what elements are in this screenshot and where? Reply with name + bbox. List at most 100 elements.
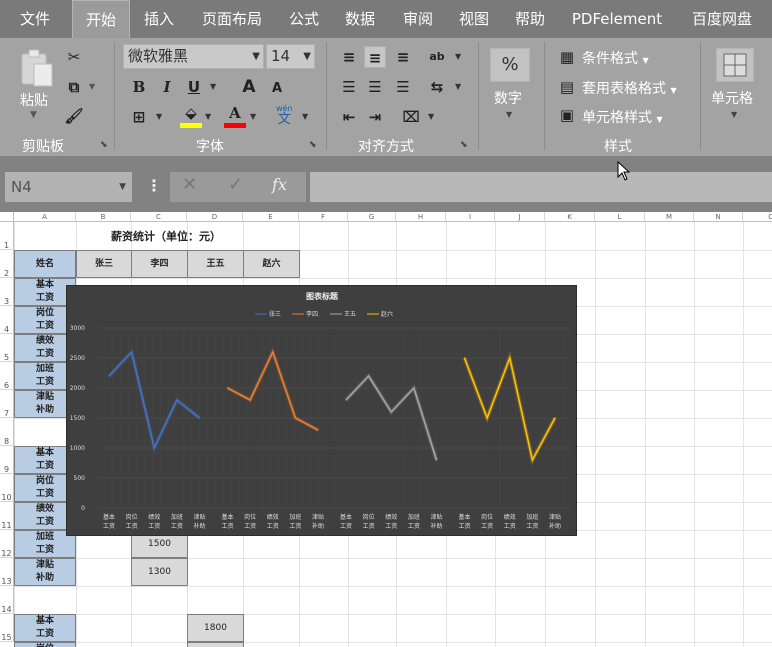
menu-tab[interactable]: 视图 xyxy=(446,0,502,38)
row-header[interactable]: 13 xyxy=(0,558,14,586)
name-box[interactable]: N4 ▼ xyxy=(5,172,132,202)
borders-icon[interactable]: ⊞ xyxy=(128,106,150,128)
line-chart[interactable]: 图表标题 张三 李四 王五 赵六 3000 2500 2000 1500 1000 500 0 基本 工资… xyxy=(66,285,577,536)
column-header[interactable]: N xyxy=(694,212,743,222)
orientation-dropdown-icon[interactable]: ▼ xyxy=(455,52,461,61)
menu-tab[interactable]: 数据 xyxy=(332,0,388,38)
wrap-text-icon[interactable]: ⇆ xyxy=(426,76,448,98)
row-header[interactable]: 5 xyxy=(0,334,14,362)
person-cell[interactable]: 李四 xyxy=(131,250,188,278)
column-header[interactable]: G xyxy=(348,212,396,222)
name-header-cell[interactable]: 姓名 xyxy=(14,250,76,278)
align-bottom-icon[interactable]: ≡ xyxy=(392,46,414,68)
person-cell[interactable]: 赵六 xyxy=(243,250,300,278)
font-name-select[interactable]: 微软雅黑 ▼ xyxy=(123,44,264,69)
cell-style-button[interactable]: 单元格样式 ▼ xyxy=(582,107,663,127)
cells-dropdown-icon[interactable]: ▼ xyxy=(731,110,737,119)
more-icon[interactable]: ⋮ xyxy=(146,176,162,195)
align-middle-icon[interactable]: ≡ xyxy=(364,46,386,68)
menu-tab[interactable]: 公式 xyxy=(276,0,332,38)
cell-style-icon[interactable]: ▣ xyxy=(556,104,578,126)
align-top-icon[interactable]: ≡ xyxy=(338,46,360,68)
person-cell[interactable]: 张三 xyxy=(76,250,132,278)
column-header[interactable]: O xyxy=(743,212,772,222)
conditional-format-button[interactable]: 条件格式 ▼ xyxy=(582,48,649,68)
column-header[interactable]: I xyxy=(446,212,495,222)
cells-label[interactable]: 单元格 xyxy=(711,88,753,108)
column-header[interactable]: D xyxy=(187,212,243,222)
paste-icon[interactable] xyxy=(18,48,54,88)
item-label-cell[interactable]: 岗位 工资 xyxy=(14,642,76,647)
menu-tab[interactable]: 帮助 xyxy=(502,0,558,38)
conditional-format-icon[interactable]: ▦ xyxy=(556,46,578,68)
column-header[interactable]: C xyxy=(131,212,187,222)
row-header[interactable]: 6 xyxy=(0,362,14,390)
merge-dropdown-icon[interactable]: ▼ xyxy=(428,112,434,121)
table-format-icon[interactable]: ▤ xyxy=(556,76,578,98)
value-cell[interactable]: 1800 xyxy=(187,614,244,642)
row-header[interactable]: 1 xyxy=(0,222,14,250)
row-header[interactable]: 10 xyxy=(0,474,14,502)
format-painter-icon[interactable]: 🖌 xyxy=(63,105,85,127)
copy-dropdown-icon[interactable]: ▼ xyxy=(89,82,95,91)
column-header[interactable]: B xyxy=(76,212,131,222)
cancel-icon[interactable]: ✕ xyxy=(182,174,197,195)
paste-dropdown-icon[interactable]: ▼ xyxy=(30,110,37,120)
row-header[interactable]: 2 xyxy=(0,250,14,278)
column-header[interactable]: L xyxy=(595,212,645,222)
font-color-dropdown-icon[interactable]: ▼ xyxy=(250,112,256,121)
cells-button[interactable] xyxy=(716,48,754,82)
column-header[interactable]: M xyxy=(645,212,694,222)
number-format-button[interactable]: % xyxy=(490,48,530,82)
fill-color-icon[interactable]: ⬙ xyxy=(180,102,202,124)
row-header[interactable]: 12 xyxy=(0,530,14,558)
row-header[interactable]: 7 xyxy=(0,390,14,418)
column-header[interactable]: F xyxy=(299,212,348,222)
underline-button[interactable]: U xyxy=(183,76,205,98)
clipboard-launcher-icon[interactable]: ⬊ xyxy=(100,140,108,150)
phonetic-dropdown-icon[interactable]: ▼ xyxy=(302,112,308,121)
italic-button[interactable]: I xyxy=(156,76,178,98)
cut-icon[interactable]: ✂ xyxy=(63,46,85,68)
value-cell[interactable] xyxy=(187,642,244,647)
insert-function-icon[interactable]: fx xyxy=(272,175,287,194)
value-cell[interactable]: 1300 xyxy=(131,558,188,586)
alignment-launcher-icon[interactable]: ⬊ xyxy=(460,140,468,150)
menu-tab[interactable]: 审阅 xyxy=(390,0,446,38)
column-header[interactable]: A xyxy=(14,212,76,222)
person-cell[interactable]: 王五 xyxy=(187,250,244,278)
row-header[interactable]: 8 xyxy=(0,418,14,446)
select-all-corner[interactable] xyxy=(0,212,14,222)
bold-button[interactable]: B xyxy=(128,76,150,98)
table-format-button[interactable]: 套用表格格式 ▼ xyxy=(582,78,677,98)
number-label[interactable]: 数字 xyxy=(494,88,522,108)
underline-dropdown-icon[interactable]: ▼ xyxy=(210,82,216,91)
row-header[interactable]: 3 xyxy=(0,278,14,306)
decrease-font-button[interactable]: A xyxy=(266,78,288,100)
item-label-cell[interactable]: 基本 工资 xyxy=(14,614,76,642)
row-header[interactable]: 14 xyxy=(0,586,14,614)
menu-tab[interactable]: 百度网盘 xyxy=(676,0,768,38)
paste-button-label[interactable]: 粘贴 xyxy=(20,90,48,110)
number-dropdown-icon[interactable]: ▼ xyxy=(506,110,512,119)
menu-tab[interactable]: 插入 xyxy=(130,0,188,38)
font-color-icon[interactable]: A xyxy=(224,102,246,124)
wrap-dropdown-icon[interactable]: ▼ xyxy=(455,82,461,91)
row-header[interactable]: 15 xyxy=(0,614,14,642)
font-launcher-icon[interactable]: ⬊ xyxy=(309,140,317,150)
row-header[interactable]: 9 xyxy=(0,446,14,474)
column-header[interactable]: E xyxy=(243,212,299,222)
borders-dropdown-icon[interactable]: ▼ xyxy=(156,112,162,121)
menu-tab[interactable]: 文件 xyxy=(0,0,70,38)
decrease-indent-icon[interactable]: ⇤ xyxy=(338,106,360,128)
column-header[interactable]: H xyxy=(396,212,446,222)
font-size-select[interactable]: 14 ▼ xyxy=(266,44,315,69)
align-center-icon[interactable]: ☰ xyxy=(364,76,386,98)
increase-indent-icon[interactable]: ⇥ xyxy=(364,106,386,128)
enter-icon[interactable]: ✓ xyxy=(228,174,243,195)
menu-tab[interactable]: 页面布局 xyxy=(190,0,274,38)
orientation-icon[interactable]: ab xyxy=(426,46,448,68)
row-header[interactable]: 4 xyxy=(0,306,14,334)
fill-color-dropdown-icon[interactable]: ▼ xyxy=(205,112,211,121)
formula-input[interactable] xyxy=(310,172,772,202)
